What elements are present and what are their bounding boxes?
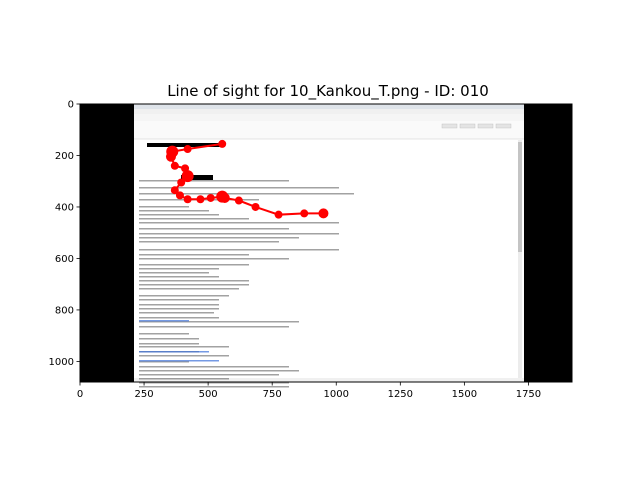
body-text-line [139,210,209,212]
fixation-point [170,161,179,170]
y-tick-label: 400 [55,202,74,213]
body-text-line [139,237,299,239]
body-text-line [139,222,339,224]
x-tick-label: 1750 [516,389,541,400]
body-text-line [139,326,289,328]
fixation-point [318,208,329,219]
header-action-button [477,123,494,129]
y-tick-label: 200 [55,151,74,162]
y-tick-label: 0 [68,100,74,111]
x-tick-label: 1500 [452,389,477,400]
message-header [134,121,524,139]
body-text-line [139,258,289,260]
y-tick-label: 800 [55,305,74,316]
body-text-line [139,284,249,286]
fixation-point [300,209,309,218]
fixation-point [196,195,205,204]
body-text-line [139,295,229,297]
body-text-line [139,308,219,310]
x-tick-label: 1000 [324,389,349,400]
x-tick-label: 0 [77,389,83,400]
plot-area: 0 250 500 750 1000 1250 1500 1750 0 200 400 600 800… [49,100,573,400]
body-text-line [139,280,249,282]
fixation-point [274,210,283,219]
body-text-line [139,338,199,340]
body-text-line [139,187,339,189]
fixation-point [219,192,230,203]
fixation-point [175,191,184,200]
x-tick-label: 500 [199,389,218,400]
fixation-point [234,196,243,205]
body-text-line [139,228,289,230]
link-text-line [139,351,209,353]
body-text-line [139,299,219,301]
body-text-line [139,304,219,306]
body-text-line [139,378,229,380]
body-text-line [139,193,354,195]
body-text-line [139,333,189,335]
body-text-line [139,249,339,251]
header-action-button [441,123,458,129]
fixation-point [165,151,176,162]
y-tick-label: 600 [55,254,74,265]
body-text-line [139,374,279,376]
toolbar [134,114,524,121]
body-text-line [139,268,219,270]
body-text-line [139,264,249,266]
body-text-line [139,272,209,274]
menu-bar [134,109,524,114]
link-text-line [139,320,189,322]
body-text-line [139,254,249,256]
x-tick-label: 250 [135,389,154,400]
line-of-sight-chart: Line of sight for 10_Kankou_T.png - ID: … [49,82,573,400]
body-text-line [139,206,189,208]
fixation-point [183,195,192,204]
fixation-point [218,139,227,148]
header-action-button [495,123,512,129]
fixation-point [183,145,192,154]
window-titlebar [134,104,524,109]
body-text-line [139,276,219,278]
body-text-line [139,288,239,290]
body-text-line [139,343,199,345]
body-text-line [139,370,299,372]
body-text-line [139,214,219,216]
scrollbar-thumb [518,142,522,252]
y-tick-label: 1000 [49,357,74,368]
x-tick-label: 750 [263,389,282,400]
header-action-button [459,123,476,129]
body-text-line [139,312,214,314]
body-text-line [139,355,229,357]
fixation-point [177,178,186,187]
body-text-line [139,241,279,243]
chart-title: Line of sight for 10_Kankou_T.png - ID: … [167,82,489,101]
body-text-line [139,233,339,235]
email-screenshot [134,104,524,388]
body-text-line [139,366,289,368]
body-text-line [139,346,229,348]
fixation-point [251,202,260,211]
link-text-line [139,360,219,362]
fixation-point [206,193,215,202]
body-text-line [139,317,219,319]
body-text-line [139,218,249,220]
body-text-line [139,386,289,388]
x-tick-label: 1250 [388,389,413,400]
body-text-line [139,180,289,182]
